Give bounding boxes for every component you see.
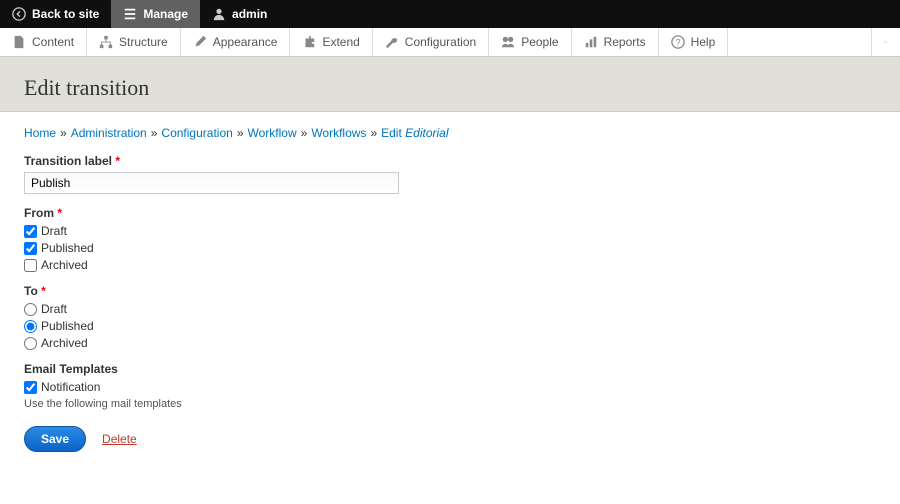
main-content: Home»Administration»Configuration»Workfl… (0, 112, 900, 466)
breadcrumb-separator: » (147, 126, 162, 140)
from-draft-checkbox[interactable] (24, 225, 37, 238)
breadcrumb-workflows[interactable]: Workflows (311, 126, 366, 140)
admin-tab-label: Configuration (405, 35, 476, 49)
admin-menu: Content Structure Appearance Extend Conf… (0, 28, 900, 57)
required-mark: * (57, 206, 62, 220)
page-title: Edit transition (24, 75, 876, 101)
field-to: To * Draft Published Archived (24, 284, 876, 350)
email-templates-options: Notification (24, 380, 876, 394)
user-icon (212, 7, 226, 21)
breadcrumb-separator: » (56, 126, 71, 140)
admin-tab-label: Appearance (213, 35, 278, 49)
save-button[interactable]: Save (24, 426, 86, 452)
breadcrumb-home[interactable]: Home (24, 126, 56, 140)
form-actions: Save Delete (24, 426, 876, 452)
admin-tab-label: Extend (322, 35, 359, 49)
breadcrumb-current[interactable]: Edit Editorial (381, 126, 448, 140)
toolbar-top: Back to site Manage admin (0, 0, 900, 28)
to-archived-radio[interactable] (24, 337, 37, 350)
people-icon (501, 35, 515, 49)
admin-tab-extend[interactable]: Extend (290, 28, 372, 56)
breadcrumb-separator: » (366, 126, 381, 140)
from-archived-checkbox[interactable] (24, 259, 37, 272)
admin-tab-label: Help (691, 35, 716, 49)
from-published-label: Published (41, 241, 94, 255)
hamburger-icon (123, 7, 137, 21)
from-draft-label: Draft (41, 224, 67, 238)
required-mark: * (115, 154, 120, 168)
admin-tab-label: Content (32, 35, 74, 49)
admin-tab-label: Reports (604, 35, 646, 49)
from-archived-label: Archived (41, 258, 88, 272)
transition-label-title: Transition label * (24, 154, 876, 168)
admin-tab-configuration[interactable]: Configuration (373, 28, 489, 56)
email-templates-help: Use the following mail templates (24, 398, 876, 410)
to-draft-radio[interactable] (24, 303, 37, 316)
from-option-archived: Archived (24, 258, 876, 272)
barchart-icon (584, 35, 598, 49)
field-email-templates: Email Templates Notification Use the fol… (24, 362, 876, 410)
email-templates-option-notification: Notification (24, 380, 876, 394)
title-region: Edit transition (0, 57, 900, 112)
breadcrumb-separator: » (233, 126, 248, 140)
delete-link[interactable]: Delete (102, 432, 137, 446)
svg-text:?: ? (675, 38, 680, 48)
puzzle-icon (302, 35, 316, 49)
admin-tab-structure[interactable]: Structure (87, 28, 181, 56)
to-published-radio[interactable] (24, 320, 37, 333)
to-option-draft: Draft (24, 302, 876, 316)
breadcrumb-separator: » (297, 126, 312, 140)
from-option-draft: Draft (24, 224, 876, 238)
wrench-icon (385, 35, 399, 49)
manage-label: Manage (143, 7, 188, 21)
admin-tab-label: People (521, 35, 558, 49)
to-published-label: Published (41, 319, 94, 333)
from-published-checkbox[interactable] (24, 242, 37, 255)
orientation-toggle[interactable] (872, 28, 900, 56)
notification-checkbox[interactable] (24, 381, 37, 394)
transition-label-input[interactable] (24, 172, 399, 194)
admin-tab-reports[interactable]: Reports (572, 28, 659, 56)
admin-tab-appearance[interactable]: Appearance (181, 28, 291, 56)
question-circle-icon: ? (671, 35, 685, 49)
admin-tab-content[interactable]: Content (0, 28, 87, 56)
from-title: From * (24, 206, 876, 220)
user-menu[interactable]: admin (200, 0, 279, 28)
sitemap-icon (99, 35, 113, 49)
arrow-left-circle-icon (12, 7, 26, 21)
back-to-site-label: Back to site (32, 7, 99, 21)
to-title: To * (24, 284, 876, 298)
from-option-published: Published (24, 241, 876, 255)
paintbrush-icon (193, 35, 207, 49)
breadcrumb-configuration[interactable]: Configuration (161, 126, 232, 140)
notification-label: Notification (41, 380, 100, 394)
to-options: Draft Published Archived (24, 302, 876, 350)
admin-menu-spacer (728, 28, 872, 56)
breadcrumb: Home»Administration»Configuration»Workfl… (24, 126, 876, 140)
email-templates-title: Email Templates (24, 362, 876, 376)
required-mark: * (41, 284, 46, 298)
collapse-icon (884, 35, 888, 49)
to-draft-label: Draft (41, 302, 67, 316)
from-title-text: From (24, 206, 54, 220)
manage-tab[interactable]: Manage (111, 0, 200, 28)
transition-label-text: Transition label (24, 154, 112, 168)
breadcrumb-workflow[interactable]: Workflow (248, 126, 297, 140)
breadcrumb-edit-name: Editorial (405, 126, 448, 140)
admin-tab-help[interactable]: ? Help (659, 28, 729, 56)
to-option-archived: Archived (24, 336, 876, 350)
to-archived-label: Archived (41, 336, 88, 350)
to-title-text: To (24, 284, 38, 298)
breadcrumb-administration[interactable]: Administration (71, 126, 147, 140)
admin-tab-people[interactable]: People (489, 28, 571, 56)
breadcrumb-edit-prefix: Edit (381, 126, 405, 140)
admin-tab-label: Structure (119, 35, 168, 49)
user-label: admin (232, 7, 267, 21)
field-transition-label: Transition label * (24, 154, 876, 194)
back-to-site-link[interactable]: Back to site (0, 0, 111, 28)
from-options: Draft Published Archived (24, 224, 876, 272)
to-option-published: Published (24, 319, 876, 333)
file-icon (12, 35, 26, 49)
field-from: From * Draft Published Archived (24, 206, 876, 272)
